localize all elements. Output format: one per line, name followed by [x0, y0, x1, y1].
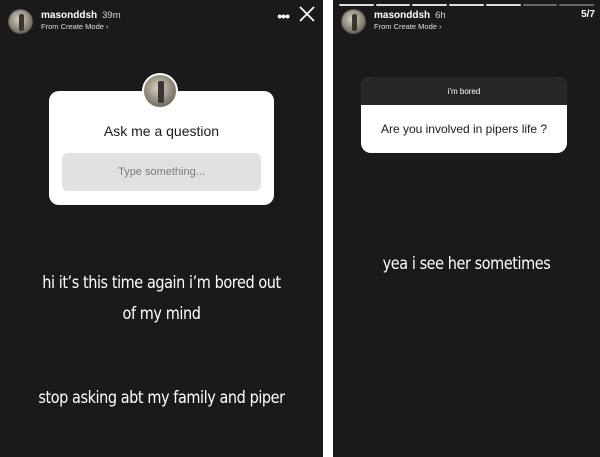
caption-line: of my mind [122, 304, 201, 324]
post-time: 6h [435, 10, 446, 22]
left-story-panel: masonddsh 39m From Create Mode › ••• Ask… [0, 0, 323, 457]
sticker-title: Ask me a question [103, 123, 220, 139]
post-time: 39m [102, 10, 121, 22]
profile-avatar[interactable] [8, 8, 33, 34]
meta-row: masonddsh 6h [374, 10, 446, 22]
story-progress-bar [339, 4, 595, 6]
progress-segment [485, 4, 521, 6]
story-meta: masonddsh 6h From Create Mode › [374, 10, 446, 32]
progress-segment [339, 4, 374, 6]
story-header: masonddsh 39m From Create Mode › [8, 7, 315, 35]
question-input[interactable]: Type something... [62, 153, 261, 191]
meta-row: masonddsh 39m [41, 10, 121, 22]
story-meta: masonddsh 39m From Create Mode › [41, 10, 121, 32]
more-horizontal-icon[interactable]: ••• [277, 8, 290, 24]
create-mode-link[interactable]: From Create Mode › [41, 23, 121, 32]
username[interactable]: masonddsh [41, 10, 97, 22]
answer-card-question: Are you involved in pipers life ? [380, 122, 548, 136]
username[interactable]: masonddsh [374, 10, 430, 22]
caption-line: yea i see her sometimes [382, 254, 551, 274]
caption-line: hi it’s this time again i’m bored out [42, 273, 281, 293]
progress-segment [375, 4, 411, 6]
caption-line: stop asking abt my family and piper [38, 388, 285, 408]
story-header: masonddsh 6h From Create Mode › [341, 7, 592, 35]
close-icon[interactable] [297, 4, 317, 24]
progress-segment [449, 4, 484, 6]
sticker-avatar [142, 73, 178, 109]
progress-segment [522, 4, 558, 6]
progress-segment [559, 4, 595, 6]
profile-avatar[interactable] [341, 8, 366, 34]
create-mode-link[interactable]: From Create Mode › [374, 23, 446, 32]
answer-card-header: i'm bored [361, 77, 567, 105]
question-answer-card: i'm bored Are you involved in pipers lif… [361, 77, 567, 153]
right-story-panel: masonddsh 6h From Create Mode › 5/7 i'm … [333, 0, 600, 457]
page-counter: 5/7 [581, 9, 595, 20]
progress-segment [412, 4, 448, 6]
